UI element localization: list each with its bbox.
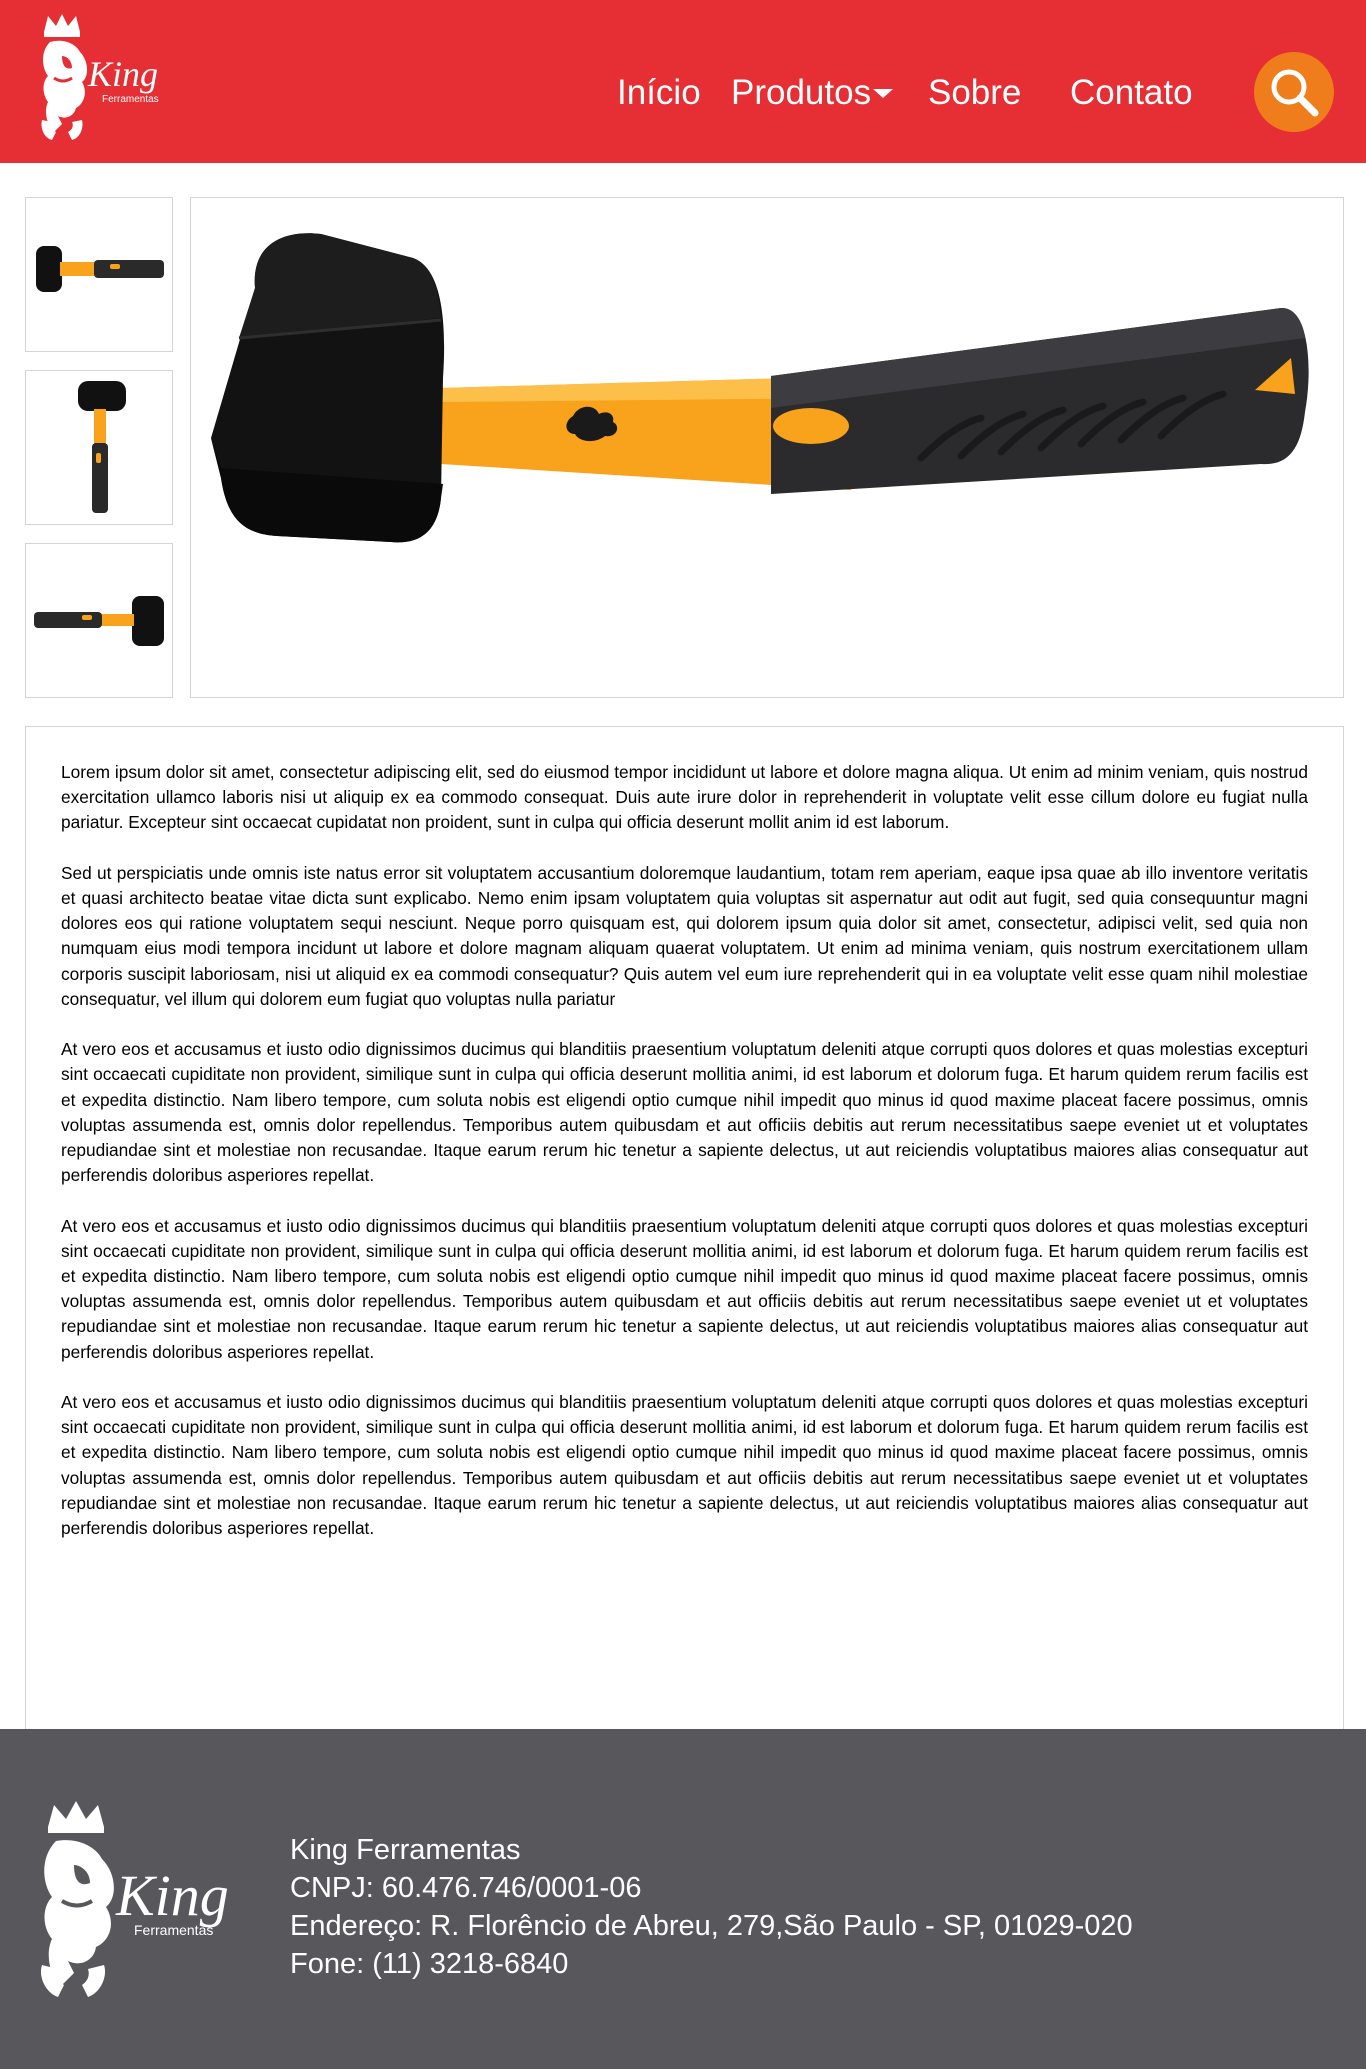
svg-text:Ferramentas: Ferramentas	[134, 1922, 213, 1938]
svg-text:King: King	[115, 1863, 229, 1928]
hammer-thumbnail-icon	[34, 596, 164, 646]
product-thumbnail-2[interactable]	[25, 370, 173, 525]
description-paragraph-4: At vero eos et accusamus et iusto odio d…	[61, 1215, 1308, 1362]
rubber-mallet-image	[211, 233, 1309, 543]
lion-crown-icon: King Ferramentas	[40, 1801, 229, 1997]
footer-phone: Fone: (11) 3218-6840	[290, 1948, 569, 1980]
site-footer: King Ferramentas King Ferramentas CNPJ: …	[0, 1729, 1366, 2069]
footer-cnpj: CNPJ: 60.476.746/0001-06	[290, 1872, 642, 1904]
nav-produtos-label: Produtos	[731, 73, 872, 112]
hammer-thumbnail-icon	[78, 381, 126, 513]
search-icon	[1271, 69, 1319, 117]
description-paragraph-3: At vero eos et accusamus et iusto odio d…	[61, 1039, 1308, 1186]
footer-company-info: King Ferramentas CNPJ: 60.476.746/0001-0…	[290, 1831, 1133, 1983]
product-main-image	[190, 197, 1344, 698]
footer-address: Endereço: R. Florêncio de Abreu, 279,São…	[290, 1910, 1133, 1942]
product-description: Lorem ipsum dolor sit amet, consectetur …	[25, 726, 1344, 1730]
nav-link-inicio[interactable]: Início	[617, 66, 701, 120]
caret-down-icon	[873, 89, 894, 99]
nav-link-produtos[interactable]: Produtos	[731, 66, 894, 120]
nav-link-sobre[interactable]: Sobre	[928, 66, 1021, 120]
footer-company-name: King Ferramentas	[290, 1834, 521, 1866]
footer-king-logo: King Ferramentas	[34, 1797, 259, 2002]
hammer-thumbnail-icon	[36, 246, 164, 292]
main-navigation: Início Produtos Sobre Contato	[0, 66, 1366, 120]
nav-link-contato[interactable]: Contato	[1070, 66, 1193, 120]
search-button[interactable]	[1254, 52, 1334, 132]
product-thumbnail-3[interactable]	[25, 543, 173, 698]
site-header: King Ferramentas Início Produtos Sobre C…	[0, 0, 1366, 163]
product-thumbnail-1[interactable]	[25, 197, 173, 352]
description-paragraph-2: Sed ut perspiciatis unde omnis iste natu…	[61, 862, 1308, 1009]
description-paragraph-5: At vero eos et accusamus et iusto odio d…	[61, 1392, 1308, 1539]
description-paragraph-1: Lorem ipsum dolor sit amet, consectetur …	[61, 762, 1308, 833]
